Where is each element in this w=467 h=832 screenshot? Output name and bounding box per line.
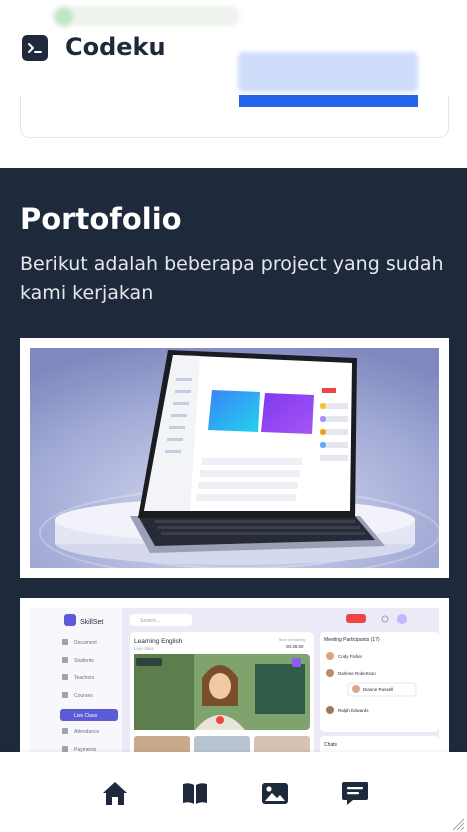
portfolio-image-dashboard: SkillSet Document Students Teachers Cour… [30, 608, 439, 758]
svg-text:Meeting Participants (17): Meeting Participants (17) [324, 637, 380, 643]
blurred-badge-dot [55, 8, 73, 26]
svg-text:SkillSet: SkillSet [80, 619, 103, 626]
chat-icon[interactable] [340, 778, 370, 808]
image-icon[interactable] [260, 778, 290, 808]
home-icon[interactable] [100, 778, 130, 808]
svg-text:Attendance: Attendance [74, 729, 100, 735]
svg-text:Live class: Live class [134, 646, 155, 651]
svg-text:Learning English: Learning English [134, 638, 183, 645]
svg-text:Live Class: Live Class [74, 713, 98, 719]
app-header: Codeku [0, 0, 467, 95]
svg-text:Dianne Russell: Dianne Russell [363, 687, 393, 692]
blurred-cta-button [238, 52, 418, 92]
svg-text:Document: Document [74, 640, 97, 646]
bottom-navigation [0, 752, 467, 832]
svg-text:Students: Students [74, 658, 94, 664]
svg-text:Cody Fisher: Cody Fisher [338, 654, 363, 659]
svg-text:Darlene Robertson: Darlene Robertson [338, 671, 376, 676]
card-action-button[interactable] [239, 95, 418, 107]
blurred-badge [52, 6, 240, 26]
svg-text:Time remaining: Time remaining [278, 637, 305, 642]
section-title: Portofolio [20, 202, 182, 236]
portfolio-image-laptop [30, 348, 439, 568]
section-description: Berikut adalah beberapa project yang sud… [20, 253, 444, 304]
svg-text:Chats: Chats [324, 742, 338, 748]
portfolio-item[interactable] [20, 338, 449, 578]
svg-text:00:45:00: 00:45:00 [286, 644, 304, 649]
brand-name[interactable]: Codeku [65, 31, 166, 63]
svg-text:Ralph Edwards: Ralph Edwards [338, 708, 369, 713]
svg-text:Teachers: Teachers [74, 675, 95, 681]
portfolio-item[interactable]: SkillSet Document Students Teachers Cour… [20, 598, 449, 768]
resize-grip-icon [451, 816, 465, 831]
terminal-icon[interactable] [22, 35, 48, 61]
book-icon[interactable] [180, 778, 210, 808]
svg-text:Search...: Search... [140, 618, 160, 624]
svg-text:Courses: Courses [74, 693, 93, 699]
